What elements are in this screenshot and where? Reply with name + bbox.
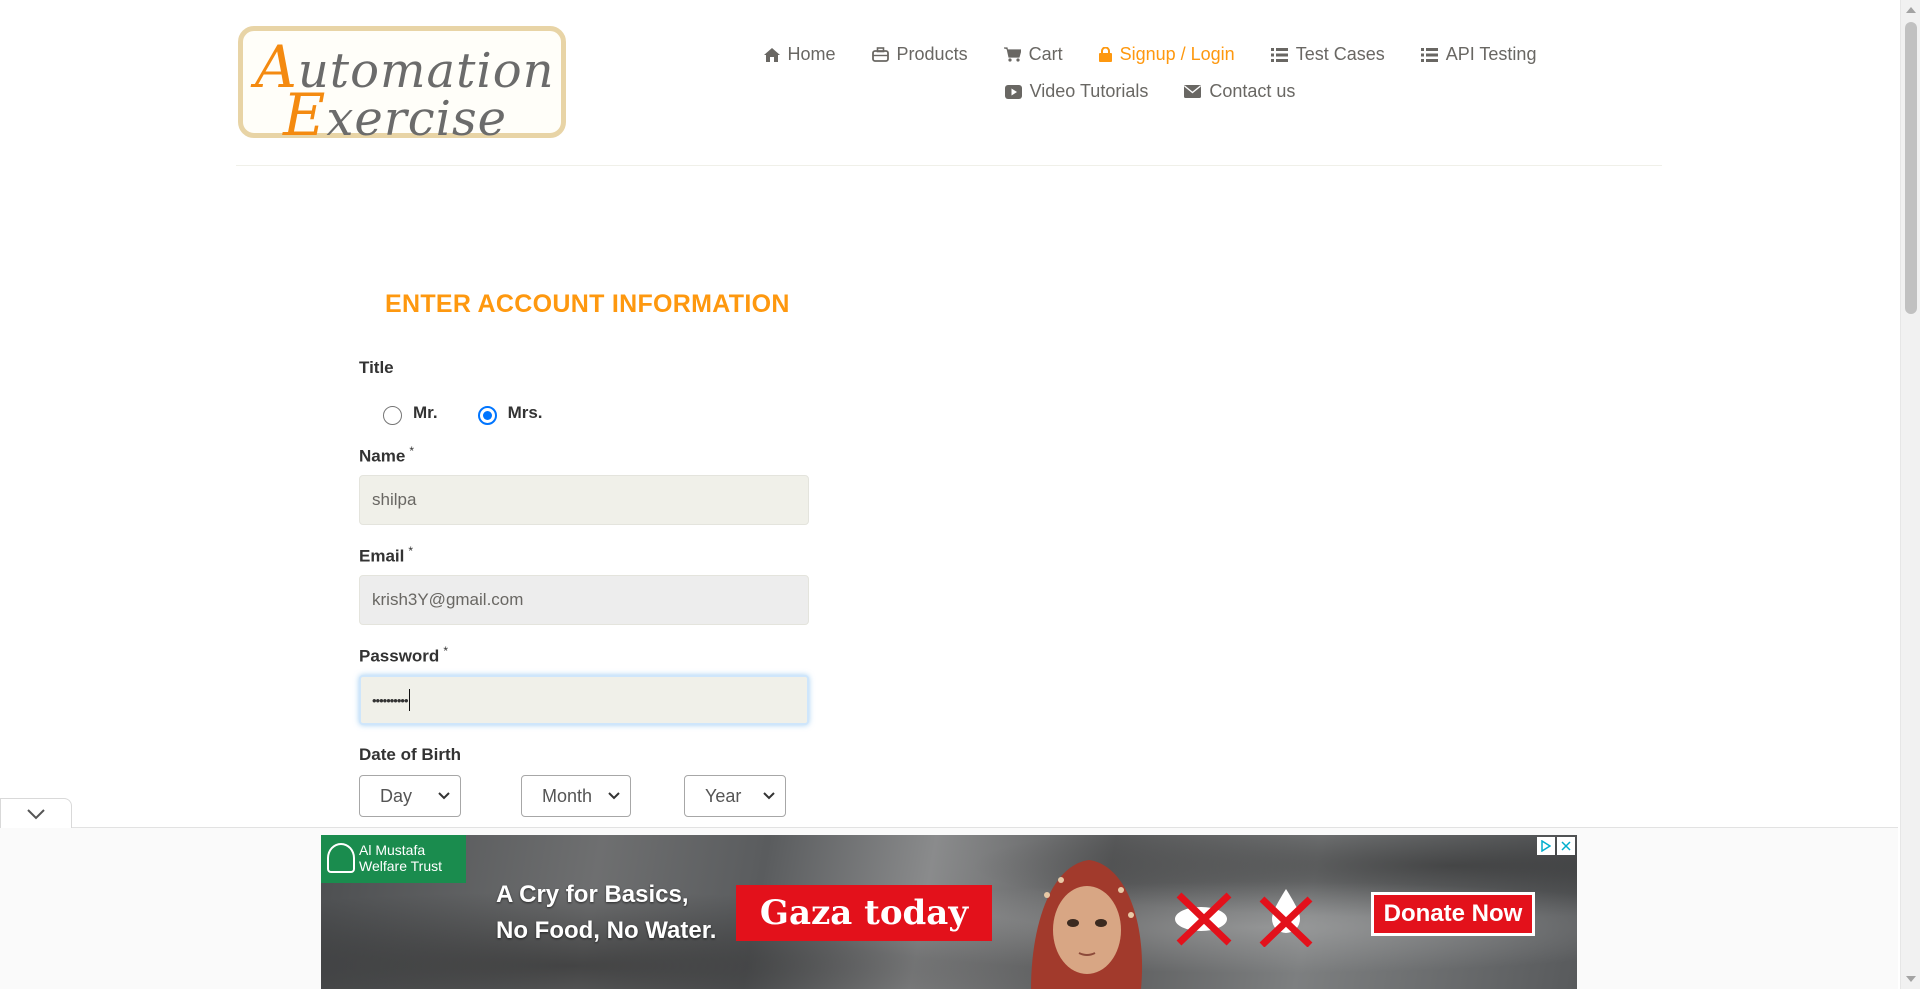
title-mrs-label[interactable]: Mrs.	[508, 403, 543, 423]
title-mrs-radio[interactable]	[477, 406, 497, 425]
title-radio-group: Mr. Mrs.	[383, 400, 583, 425]
dob-day-select[interactable]: Day	[359, 775, 461, 817]
password-label: Password *	[359, 644, 448, 666]
main-nav: Home Products Cart Signup / Login Test C…	[700, 36, 1600, 110]
nav-test-cases[interactable]: Test Cases	[1253, 44, 1403, 65]
logo-line-2: Exercise	[283, 81, 508, 149]
home-icon	[763, 47, 780, 62]
chevron-down-icon	[27, 808, 45, 819]
title-mr-label[interactable]: Mr.	[413, 403, 438, 423]
briefcase-icon	[871, 47, 889, 62]
donate-now-button[interactable]: Donate Now	[1371, 892, 1535, 936]
chevron-down-icon	[438, 792, 450, 800]
ad-controls	[1537, 837, 1575, 855]
password-field[interactable]: ••••••••••	[359, 675, 809, 725]
nav-api-testing[interactable]: API Testing	[1403, 44, 1555, 65]
ad-child-photo	[1031, 860, 1143, 989]
org-logo-icon	[327, 843, 355, 873]
crossed-bowl-icon	[1175, 892, 1232, 946]
lock-icon	[1098, 47, 1112, 62]
nav-products[interactable]: Products	[854, 44, 986, 65]
dob-label: Date of Birth	[359, 745, 461, 764]
required-mark: *	[443, 644, 448, 658]
email-label: Email *	[359, 544, 414, 566]
email-field[interactable]: krish3Y@gmail.com	[359, 575, 809, 625]
title-mr-radio[interactable]	[383, 406, 402, 425]
name-field[interactable]: shilpa	[359, 475, 809, 525]
chevron-down-icon	[763, 792, 775, 800]
ad-org-badge: Al Mustafa Welfare Trust	[321, 835, 466, 883]
dob-month-select[interactable]: Month	[521, 775, 631, 817]
page-scrollbar[interactable]	[1900, 0, 1920, 989]
ad-banner[interactable]: Al Mustafa Welfare Trust A Cry for Basic…	[321, 835, 1577, 989]
ad-choices-icon[interactable]	[1537, 837, 1555, 855]
cart-icon	[1003, 47, 1021, 62]
nav-home[interactable]: Home	[746, 44, 854, 65]
site-logo[interactable]: Automation Exercise	[238, 26, 566, 149]
nav-signup-login[interactable]: Signup / Login	[1081, 44, 1253, 65]
ad-close-icon[interactable]	[1557, 837, 1575, 855]
scroll-up-arrow-icon[interactable]	[1906, 7, 1916, 13]
crossed-water-icon	[1259, 889, 1313, 947]
ad-collapse-button[interactable]	[0, 798, 72, 828]
nav-row-1: Home Products Cart Signup / Login Test C…	[700, 36, 1600, 73]
chevron-down-icon	[608, 792, 620, 800]
header-divider	[236, 165, 1662, 166]
form-heading: ENTER ACCOUNT INFORMATION	[385, 290, 790, 318]
list-icon	[1420, 47, 1438, 62]
title-label: Title	[359, 358, 394, 377]
youtube-icon	[1004, 84, 1022, 99]
required-mark: *	[409, 444, 414, 458]
ad-headline: Gaza today	[736, 885, 992, 941]
scroll-thumb[interactable]	[1905, 22, 1917, 314]
name-label: Name *	[359, 444, 414, 466]
nav-video-tutorials[interactable]: Video Tutorials	[987, 81, 1167, 102]
ad-tagline: A Cry for Basics, No Food, No Water.	[496, 881, 717, 944]
text-caret	[408, 689, 411, 711]
list-icon	[1270, 47, 1288, 62]
required-mark: *	[408, 544, 414, 558]
envelope-icon	[1184, 85, 1202, 98]
nav-contact-us[interactable]: Contact us	[1166, 81, 1313, 102]
nav-cart[interactable]: Cart	[986, 44, 1081, 65]
dob-year-select[interactable]: Year	[684, 775, 786, 817]
nav-row-2: Video Tutorials Contact us	[700, 73, 1600, 110]
scroll-down-arrow-icon[interactable]	[1906, 976, 1916, 982]
